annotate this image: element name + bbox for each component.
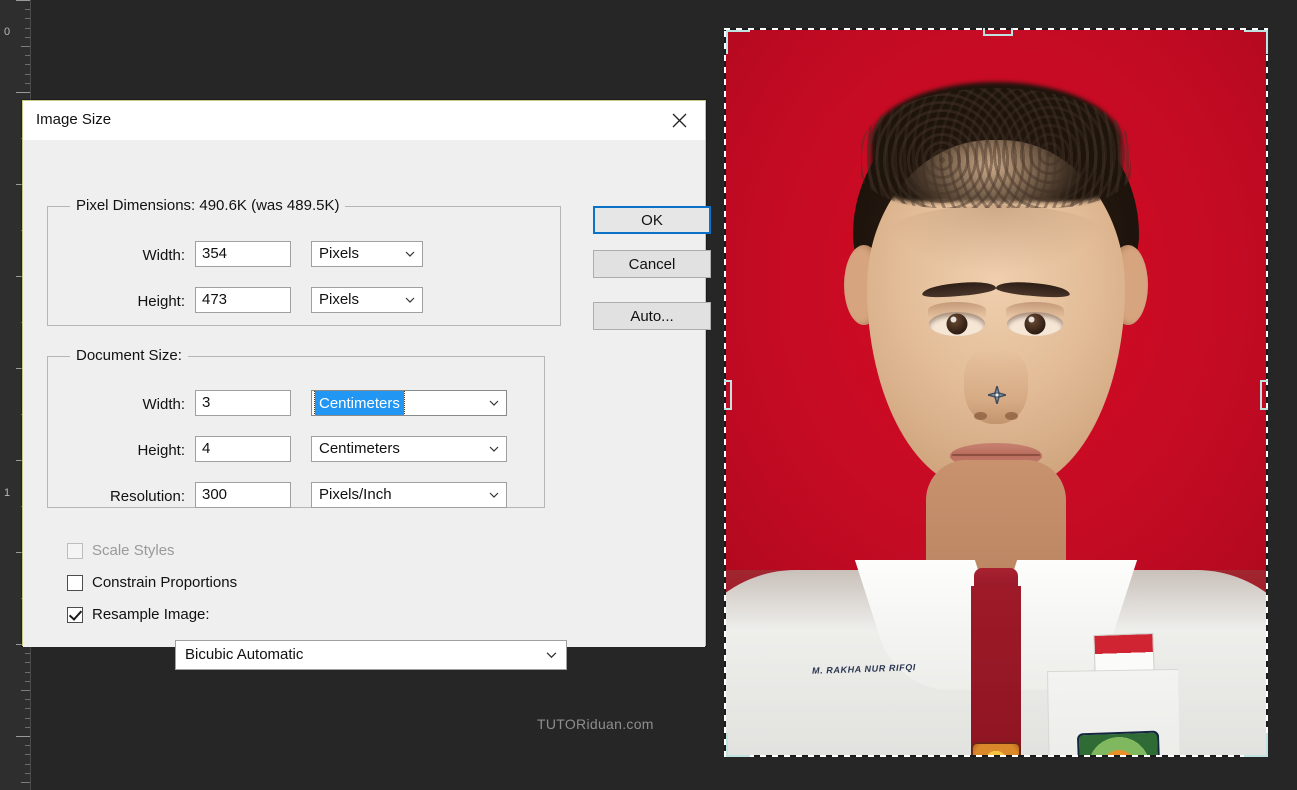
- doc-resolution-label: Resolution:: [109, 488, 185, 505]
- chevron-down-icon: [489, 400, 499, 406]
- nostril-right: [1005, 412, 1018, 420]
- ruler-tick: [25, 74, 30, 75]
- ruler-label-0: 0: [4, 26, 11, 38]
- dialog-titlebar[interactable]: Image Size: [23, 101, 705, 140]
- cancel-button[interactable]: Cancel: [593, 250, 711, 278]
- ruler-tick: [25, 83, 30, 84]
- doc-width-input[interactable]: 3: [195, 390, 291, 416]
- close-icon[interactable]: [657, 105, 701, 135]
- badge-center: [1101, 749, 1137, 755]
- pixel-height-unit-value: Pixels: [319, 291, 360, 308]
- resample-image-label: Resample Image:: [92, 606, 210, 623]
- scale-styles-label: Scale Styles: [92, 542, 175, 559]
- necktie: [971, 586, 1021, 755]
- ruler-tick: [21, 690, 30, 691]
- doc-height-input[interactable]: 4: [195, 436, 291, 462]
- pixel-width-unit-value: Pixels: [319, 245, 360, 262]
- doc-resolution-unit-value: Pixels/Inch: [319, 486, 392, 503]
- chevron-down-icon: [546, 652, 557, 659]
- ruler-tick: [25, 681, 30, 682]
- eyelid-right: [1006, 302, 1064, 318]
- document-size-legend: Document Size:: [70, 347, 188, 364]
- close-icon-glyph: [672, 113, 686, 127]
- doc-width-unit-value: Centimeters: [314, 391, 405, 415]
- ruler-tick: [25, 708, 30, 709]
- chevron-down-icon: [405, 251, 415, 257]
- ruler-tick: [21, 46, 30, 47]
- ruler-tick: [21, 782, 30, 783]
- forehead-shading: [881, 205, 1111, 275]
- ruler-tick: [25, 662, 30, 663]
- ruler-tick: [25, 18, 30, 19]
- pixel-width-unit-select[interactable]: Pixels: [311, 241, 423, 267]
- pixel-width-input[interactable]: 354: [195, 241, 291, 267]
- ruler-tick: [25, 699, 30, 700]
- auto-button[interactable]: Auto...: [593, 302, 711, 330]
- photoshop-workspace: 0 1 M. RAKHA NUR RIFQI TUTORiduan.com Im…: [0, 0, 1297, 790]
- resample-method-select[interactable]: Bicubic Automatic: [175, 640, 567, 670]
- watermark: TUTORiduan.com: [537, 716, 654, 732]
- doc-resolution-input[interactable]: 300: [195, 482, 291, 508]
- doc-width-unit-select[interactable]: Centimeters: [311, 390, 507, 416]
- doc-resolution-unit-select[interactable]: Pixels/Inch: [311, 482, 507, 508]
- nostril-left: [974, 412, 987, 420]
- resample-method-value: Bicubic Automatic: [185, 646, 304, 663]
- ruler-tick: [25, 718, 30, 719]
- resample-image-checkbox-row[interactable]: Resample Image:: [67, 606, 210, 623]
- ruler-tick: [16, 92, 30, 93]
- doc-height-unit-select[interactable]: Centimeters: [311, 436, 507, 462]
- pixel-height-label: Height:: [137, 293, 185, 310]
- ruler-tick: [25, 55, 30, 56]
- ruler-tick: [25, 64, 30, 65]
- ruler-tick: [25, 727, 30, 728]
- resample-image-checkbox[interactable]: [67, 606, 83, 623]
- constrain-proportions-checkbox-row[interactable]: Constrain Proportions: [67, 574, 237, 591]
- dialog-body: Pixel Dimensions: 490.6K (was 489.5K) Wi…: [23, 140, 711, 670]
- school-emblem-badge: [1076, 730, 1162, 755]
- ruler-tick: [25, 773, 30, 774]
- pixel-width-label: Width:: [142, 247, 185, 264]
- ruler-tick: [25, 745, 30, 746]
- ruler-tick: [25, 28, 30, 29]
- dialog-title: Image Size: [36, 111, 112, 128]
- constrain-proportions-label: Constrain Proportions: [92, 574, 238, 591]
- document-canvas[interactable]: M. RAKHA NUR RIFQI: [726, 30, 1266, 755]
- chevron-down-icon: [405, 297, 415, 303]
- pixel-height-input[interactable]: 473: [195, 287, 291, 313]
- constrain-proportions-checkbox[interactable]: [67, 574, 83, 591]
- ruler-tick: [25, 653, 30, 654]
- indonesian-flag-patch: [1093, 632, 1155, 674]
- ruler-tick: [16, 0, 30, 1]
- ok-button[interactable]: OK: [593, 206, 711, 234]
- hair-texture: [861, 88, 1131, 208]
- portrait-photo: M. RAKHA NUR RIFQI: [726, 30, 1266, 755]
- eyelid-left: [928, 302, 986, 318]
- image-size-dialog[interactable]: Image Size Pixel Dimensions: 490.6K (was…: [22, 100, 711, 670]
- scale-styles-checkbox: [67, 542, 83, 559]
- ruler-tick: [25, 9, 30, 10]
- doc-width-label: Width:: [142, 396, 185, 413]
- ruler-tick: [25, 37, 30, 38]
- pixel-height-unit-select[interactable]: Pixels: [311, 287, 423, 313]
- ruler-tick: [25, 754, 30, 755]
- pixel-dimensions-legend: Pixel Dimensions: 490.6K (was 489.5K): [70, 197, 346, 214]
- mouth-line: [952, 454, 1040, 456]
- chevron-down-icon: [489, 492, 499, 498]
- nose: [964, 348, 1028, 424]
- ruler-label-1: 1: [4, 487, 11, 499]
- ruler-tick: [16, 736, 30, 737]
- scale-styles-checkbox-row: Scale Styles: [67, 542, 175, 559]
- necktie-emblem: [971, 742, 1021, 755]
- doc-height-label: Height:: [137, 442, 185, 459]
- pixel-dimensions-group: Pixel Dimensions: 490.6K (was 489.5K): [47, 197, 561, 326]
- doc-height-unit-value: Centimeters: [319, 440, 400, 457]
- ruler-tick: [25, 672, 30, 673]
- ruler-tick: [25, 764, 30, 765]
- chevron-down-icon: [489, 446, 499, 452]
